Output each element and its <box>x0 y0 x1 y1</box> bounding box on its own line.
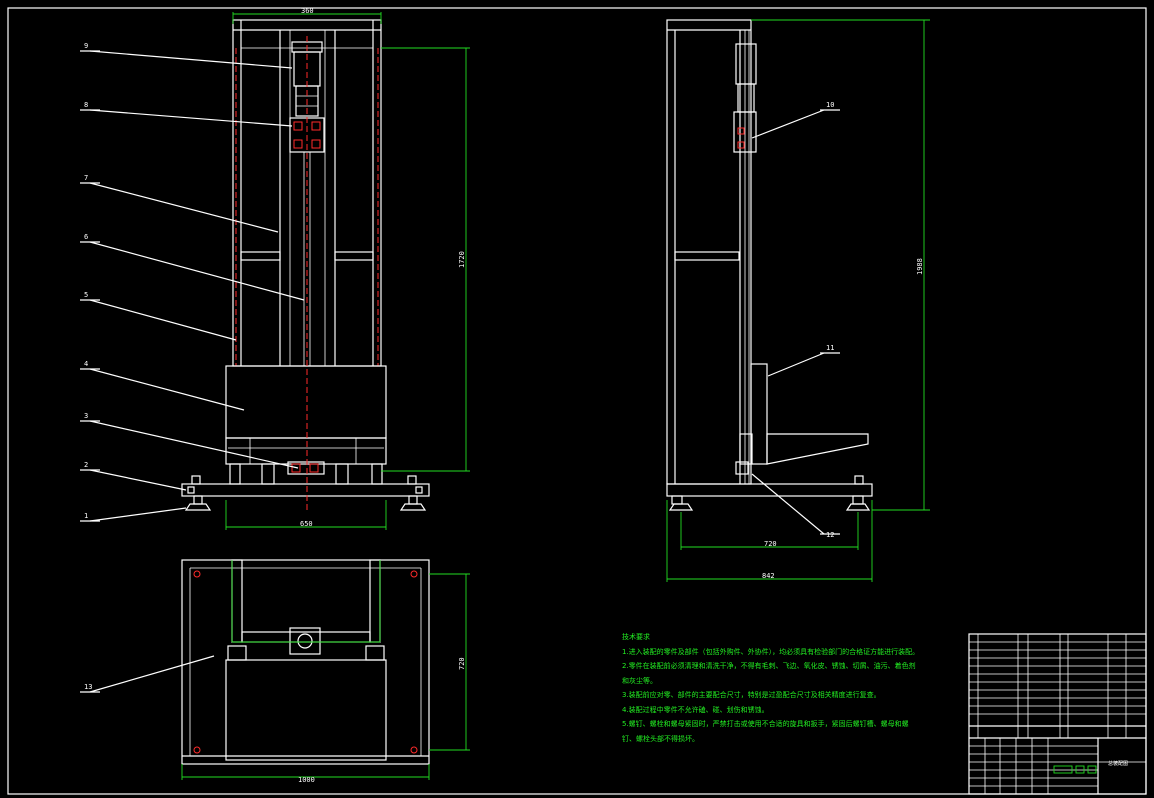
notes-title: 技术要求 <box>622 633 650 641</box>
part-label-2: 2 <box>84 461 88 469</box>
part-label-3: 3 <box>84 412 88 420</box>
part-label-4: 4 <box>84 360 88 368</box>
dim-top-width: 1000 <box>298 776 315 784</box>
dim-side-inner-width: 720 <box>764 540 777 548</box>
technical-requirements: 技术要求 1.进入装配的零件及部件（包括外购件、外协件），均必须具有检验部门的合… <box>622 630 922 746</box>
side-view: 1988 720 842 10 11 12 <box>666 19 930 582</box>
dim-front-height: 1720 <box>458 251 466 268</box>
part-label-9: 9 <box>84 42 88 50</box>
dim-top-depth: 720 <box>458 657 466 670</box>
title-block-drawing-name: 总装配图 <box>1108 760 1128 767</box>
note-item-1: 1.进入装配的零件及部件（包括外购件、外协件），均必须具有检验部门的合格证方能进… <box>622 647 920 656</box>
dim-side-outer-width: 842 <box>762 572 775 580</box>
part-label-1: 1 <box>84 512 88 520</box>
front-view: 360 1720 650 9 8 7 6 5 4 3 2 1 <box>80 7 470 530</box>
part-label-10: 10 <box>826 101 834 109</box>
dim-front-base-width: 650 <box>300 520 313 528</box>
top-view: 720 1000 13 <box>80 559 470 784</box>
note-item-3: 3.装配前应对零、部件的主要配合尺寸，特别是过盈配合尺寸及相关精度进行复查。 <box>622 691 881 699</box>
title-block: 总装配图 <box>968 633 1147 795</box>
dim-front-top-width: 360 <box>301 7 314 15</box>
part-label-13: 13 <box>84 683 92 691</box>
part-label-8: 8 <box>84 101 88 109</box>
note-item-4: 4.装配过程中零件不允许磕、碰、划伤和锈蚀。 <box>622 705 769 714</box>
part-label-12: 12 <box>826 531 834 539</box>
note-item-2: 2.零件在装配前必须清理和清洗干净，不得有毛刺、飞边、氧化皮、锈蚀、切屑、油污、… <box>622 662 916 685</box>
dim-side-height: 1988 <box>916 258 924 275</box>
part-label-6: 6 <box>84 233 88 241</box>
note-item-5: 5.螺钉、螺栓和螺母紧固时，严禁打击或使用不合适的旋具和扳手，紧固后螺钉槽、螺母… <box>622 720 909 743</box>
part-label-11: 11 <box>826 344 834 352</box>
part-label-7: 7 <box>84 174 88 182</box>
drawing-canvas: 360 1720 650 9 8 7 6 5 4 3 2 1 1988 720 … <box>7 7 1147 795</box>
sheet-border <box>7 7 1147 795</box>
part-label-5: 5 <box>84 291 88 299</box>
